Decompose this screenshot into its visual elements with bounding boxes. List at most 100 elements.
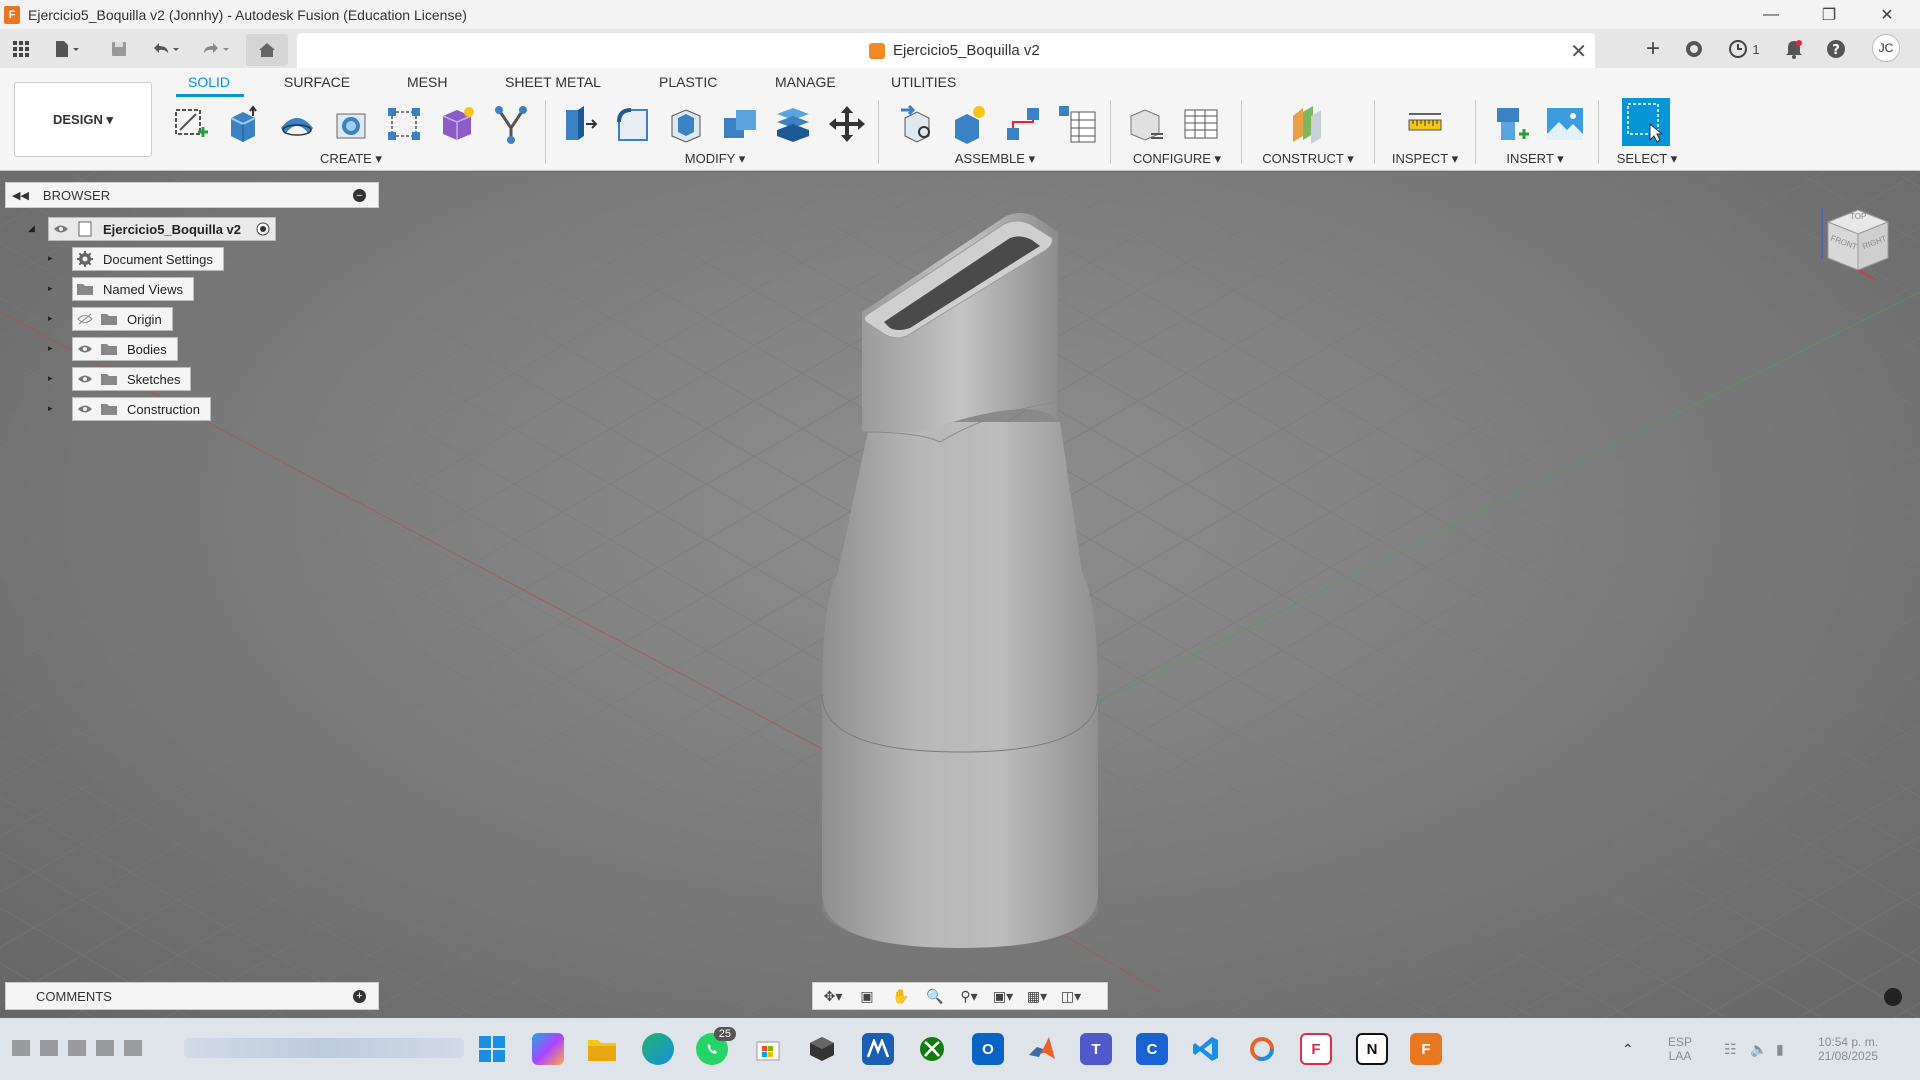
home-icon[interactable]: [246, 34, 288, 66]
viewports-icon[interactable]: ◫▾: [1057, 985, 1085, 1007]
tray-overflow-icon[interactable]: ⌃: [1622, 1018, 1634, 1080]
user-avatar[interactable]: JC: [1872, 34, 1900, 62]
construction-node[interactable]: Construction: [72, 397, 211, 421]
tab-surface[interactable]: SURFACE: [284, 74, 350, 90]
browser-item-document-settings[interactable]: ▸ Document Settings: [48, 247, 224, 271]
add-comment-icon[interactable]: +: [353, 990, 366, 1003]
expand-arrow-icon[interactable]: ▸: [48, 373, 53, 384]
browser-minimize-icon[interactable]: –: [353, 189, 366, 202]
revolve-icon[interactable]: [276, 103, 318, 145]
insert-derive-icon[interactable]: [1490, 103, 1532, 145]
browser-root-row[interactable]: ◢ Ejercicio5_Boquilla v2: [28, 217, 277, 241]
mathcad-icon[interactable]: [862, 1033, 894, 1065]
configure-table-icon[interactable]: [1126, 103, 1168, 145]
sketches-node[interactable]: Sketches: [72, 367, 192, 391]
press-pull-icon[interactable]: [559, 103, 601, 145]
comments-panel[interactable]: COMMENTS +: [5, 982, 379, 1010]
battery-icon[interactable]: ▮: [1776, 1018, 1784, 1080]
select-icon[interactable]: [1622, 98, 1670, 146]
visibility-eye-icon[interactable]: [73, 368, 97, 390]
tab-sheet-metal[interactable]: SHEET METAL: [505, 74, 601, 90]
expand-triangle-icon[interactable]: ◢: [28, 223, 35, 234]
wifi-icon[interactable]: ☷: [1724, 1018, 1737, 1080]
offset-plane-icon[interactable]: [1286, 103, 1328, 145]
display-settings-icon[interactable]: [1884, 988, 1902, 1006]
fusion-taskbar-icon[interactable]: F: [1410, 1033, 1442, 1065]
job-status-button[interactable]: 1: [1722, 35, 1766, 63]
expand-arrow-icon[interactable]: ▸: [48, 343, 53, 354]
viewcube-top-face[interactable]: TOP: [1850, 212, 1866, 221]
xbox-icon[interactable]: [916, 1033, 948, 1065]
teams-icon[interactable]: T: [1080, 1033, 1112, 1065]
matlab-icon[interactable]: [1026, 1033, 1058, 1065]
display-settings-button-icon[interactable]: ▣▾: [989, 985, 1017, 1007]
bill-of-materials-icon[interactable]: [1056, 103, 1098, 145]
expand-arrow-icon[interactable]: ▸: [48, 313, 53, 324]
combine-icon[interactable]: [719, 103, 761, 145]
undo-icon[interactable]: [146, 36, 184, 62]
media-controls[interactable]: [12, 1040, 152, 1058]
close-tab-button[interactable]: ✕: [1570, 39, 1587, 64]
extrude-icon[interactable]: [222, 103, 264, 145]
pattern-icon[interactable]: [383, 103, 425, 145]
hidden-eye-icon[interactable]: [73, 308, 97, 330]
tab-solid[interactable]: SOLID: [188, 74, 230, 90]
browser-item-origin[interactable]: ▸ Origin: [48, 307, 173, 331]
collapse-browser-icon[interactable]: ◀◀: [12, 189, 29, 202]
browser-item-sketches[interactable]: ▸ Sketches: [48, 367, 192, 391]
app-grid-icon[interactable]: [8, 36, 34, 62]
grid-settings-icon[interactable]: ▦▾: [1023, 985, 1051, 1007]
new-tab-button[interactable]: +: [1638, 35, 1668, 63]
browser-item-bodies[interactable]: ▸ Bodies: [48, 337, 178, 361]
browser-item-construction[interactable]: ▸ Construction: [48, 397, 211, 421]
modify-group-label[interactable]: MODIFY ▾: [660, 151, 770, 167]
joint-icon[interactable]: [948, 103, 990, 145]
copilot-icon[interactable]: [532, 1033, 564, 1065]
view-cube[interactable]: TOP FRONT RIGHT: [1814, 198, 1894, 288]
tab-manage[interactable]: MANAGE: [775, 74, 836, 90]
help-icon[interactable]: ?: [1822, 35, 1850, 63]
c-app-icon[interactable]: C: [1136, 1033, 1168, 1065]
insert-canvas-icon[interactable]: [1544, 103, 1586, 145]
tab-mesh[interactable]: MESH: [407, 74, 447, 90]
edge-browser-icon[interactable]: [642, 1033, 674, 1065]
look-at-icon[interactable]: ▣: [853, 985, 881, 1007]
3d-app-icon[interactable]: [806, 1033, 838, 1065]
file-explorer-icon[interactable]: [586, 1033, 618, 1065]
new-component-icon[interactable]: [896, 103, 938, 145]
restore-button[interactable]: ❐: [1800, 0, 1858, 29]
visibility-eye-icon[interactable]: [73, 338, 97, 360]
whatsapp-icon[interactable]: 25: [696, 1027, 736, 1065]
document-tab[interactable]: Ejercicio5_Boquilla v2 ✕: [297, 33, 1595, 68]
configure-group-label[interactable]: CONFIGURE ▾: [1122, 151, 1232, 167]
insert-group-label[interactable]: INSERT ▾: [1480, 151, 1590, 167]
tab-plastic[interactable]: PLASTIC: [659, 74, 717, 90]
visibility-eye-icon[interactable]: [49, 218, 73, 240]
bodies-node[interactable]: Bodies: [72, 337, 178, 361]
assemble-group-label[interactable]: ASSEMBLE ▾: [940, 151, 1050, 167]
redo-icon[interactable]: [196, 36, 234, 62]
construct-group-label[interactable]: CONSTRUCT ▾: [1253, 151, 1363, 167]
ubuntu-like-icon[interactable]: [1246, 1033, 1278, 1065]
fit-zoom-icon[interactable]: ⚲▾: [955, 985, 983, 1007]
orbit-icon[interactable]: ✥▾: [819, 985, 847, 1007]
tab-utilities[interactable]: UTILITIES: [891, 74, 956, 90]
browser-panel-header[interactable]: ◀◀ BROWSER –: [5, 182, 379, 208]
pan-hand-icon[interactable]: ✋: [887, 985, 915, 1007]
minimize-button[interactable]: —: [1742, 0, 1800, 29]
hole-icon[interactable]: [330, 103, 372, 145]
move-copy-icon[interactable]: [826, 103, 868, 145]
document-settings-node[interactable]: Document Settings: [72, 247, 224, 271]
expand-arrow-icon[interactable]: ▸: [48, 283, 53, 294]
replace-face-icon[interactable]: [772, 103, 814, 145]
file-menu-icon[interactable]: [48, 36, 86, 62]
activate-radio-icon[interactable]: [251, 218, 275, 240]
expand-arrow-icon[interactable]: ▸: [48, 403, 53, 414]
measure-icon[interactable]: [1404, 103, 1446, 145]
3d-viewport[interactable]: TOP FRONT RIGHT: [0, 172, 1920, 1018]
named-views-node[interactable]: Named Views: [72, 277, 194, 301]
inspect-group-label[interactable]: INSPECT ▾: [1370, 151, 1480, 167]
close-window-button[interactable]: ✕: [1858, 0, 1916, 29]
vscode-icon[interactable]: [1190, 1033, 1222, 1065]
derive-icon[interactable]: [490, 103, 532, 145]
